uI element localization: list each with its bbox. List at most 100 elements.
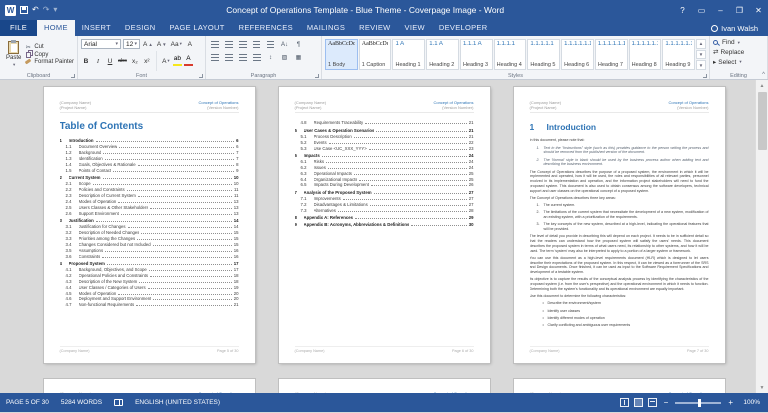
style-card[interactable]: 1.1.1.1.1.1.1.1 Heading 8 xyxy=(628,39,662,70)
ribbon-tab[interactable]: MAILINGS xyxy=(300,20,352,36)
style-card[interactable]: 1.1 A Heading 2 xyxy=(426,39,459,70)
toc-entry[interactable]: 5.3 Use Case <UC_XXX_YYY> 23 xyxy=(295,146,474,152)
style-card[interactable]: 1.1.1 A Heading 3 xyxy=(459,39,493,70)
ribbon-tab[interactable]: DEVELOPER xyxy=(432,20,495,36)
shrink-font-button[interactable]: A ▼ xyxy=(156,39,168,49)
ribbon-tab[interactable]: VIEW xyxy=(398,20,432,36)
shading-button[interactable]: ▨ xyxy=(279,53,290,63)
zoom-in-button[interactable]: + xyxy=(726,398,735,407)
font-family-dropdown-icon[interactable]: ▾ xyxy=(115,41,118,47)
font-size-dropdown-icon[interactable]: ▾ xyxy=(134,41,137,47)
ribbon-tab[interactable]: FILE xyxy=(0,20,38,36)
close-button[interactable]: ✕ xyxy=(749,0,768,20)
zoom-slider[interactable] xyxy=(675,398,722,407)
language-indicator[interactable]: ENGLISH (UNITED STATES) xyxy=(129,399,226,406)
styles-gallery-down-button[interactable]: ▼ xyxy=(696,49,706,60)
align-right-button[interactable] xyxy=(237,53,248,63)
cut-button[interactable]: ✂ Cut xyxy=(24,44,74,51)
toc-entry[interactable]: 8 Appendix A: References 29 xyxy=(295,215,474,221)
redo-icon[interactable]: ↷ xyxy=(43,6,50,14)
style-card[interactable]: AaBbCcDdE 1 Body xyxy=(325,39,358,70)
word-logo-icon[interactable]: W xyxy=(5,4,16,16)
style-card[interactable]: AaBbCcDdE 1 Caption xyxy=(358,39,392,70)
highlight-button[interactable]: ab xyxy=(172,56,182,66)
web-layout-button[interactable] xyxy=(647,398,657,407)
justify-button[interactable] xyxy=(251,53,262,63)
word-count[interactable]: 5284 WORDS xyxy=(55,399,108,406)
align-center-button[interactable] xyxy=(223,53,234,63)
ribbon-tab[interactable]: REVIEW xyxy=(352,20,397,36)
document-page-toc-1[interactable]: (Company Name) (Project Name) Concept of… xyxy=(43,87,255,363)
qat-customize-icon[interactable]: ▾ xyxy=(53,6,57,14)
ribbon-tab[interactable]: PAGE LAYOUT xyxy=(162,20,231,36)
style-card[interactable]: 1.1.1.1.1.1.1 Heading 7 xyxy=(594,39,628,70)
print-layout-button[interactable] xyxy=(633,398,643,407)
style-card[interactable]: 1.1.1.1.1.1.1.1.1 Heading 9 xyxy=(662,39,695,70)
clear-formatting-button[interactable]: A xyxy=(185,39,195,49)
ribbon-display-options-button[interactable]: ▭ xyxy=(692,0,711,20)
zoom-out-button[interactable]: − xyxy=(662,398,671,407)
show-hide-paragraph-button[interactable]: ¶ xyxy=(293,40,304,50)
save-icon[interactable] xyxy=(20,6,28,14)
align-left-button[interactable] xyxy=(209,53,220,63)
page-indicator[interactable]: PAGE 5 OF 30 xyxy=(0,399,55,406)
toc-entry[interactable]: 2.6 Support Environment 13 xyxy=(60,211,239,217)
line-spacing-button[interactable]: ↕ xyxy=(265,53,276,63)
bold-button[interactable]: B xyxy=(81,56,91,66)
decrease-indent-button[interactable] xyxy=(251,40,262,50)
increase-indent-button[interactable] xyxy=(265,40,276,50)
toc-entry[interactable]: 9 Appendix B: Acronyms, Abbreviations & … xyxy=(295,222,474,228)
font-size-combo[interactable]: 12 ▾ xyxy=(123,39,140,49)
italic-button[interactable]: I xyxy=(93,56,103,66)
styles-gallery-up-button[interactable]: ▲ xyxy=(696,39,706,49)
change-case-button[interactable]: Aa ▾ xyxy=(170,39,183,49)
toc-entry[interactable]: 3.6 Constraints 16 xyxy=(60,254,239,260)
select-button[interactable]: ▸ Select ▾ xyxy=(713,58,764,67)
zoom-slider-thumb[interactable] xyxy=(698,398,702,407)
document-page-partial[interactable]: (Company Name) (Project Name) Concept of… xyxy=(43,379,255,393)
ribbon-tab[interactable]: INSERT xyxy=(75,20,118,36)
borders-button[interactable]: ▦ xyxy=(293,53,304,63)
zoom-level[interactable]: 100% xyxy=(740,399,760,406)
ribbon-tab[interactable]: HOME xyxy=(37,20,75,36)
ribbon-tab[interactable]: REFERENCES xyxy=(232,20,300,36)
paste-dropdown-icon[interactable]: ▾ xyxy=(13,62,15,68)
numbering-button[interactable] xyxy=(223,40,234,50)
proofing-status[interactable] xyxy=(108,399,129,406)
document-page-toc-2[interactable]: (Company Name) (Project Name) Concept of… xyxy=(278,87,490,363)
format-painter-button[interactable]: Format Painter xyxy=(24,59,74,65)
toc-entry[interactable]: 4.8 Requirements Traceability 21 xyxy=(295,120,474,126)
vertical-scrollbar[interactable]: ▲ ▼ xyxy=(755,80,768,393)
ribbon-tab[interactable]: DESIGN xyxy=(118,20,163,36)
font-color-button[interactable]: A xyxy=(183,56,193,66)
collapse-ribbon-icon[interactable]: ^ xyxy=(762,72,765,78)
multilevel-list-button[interactable] xyxy=(237,40,248,50)
subscript-button[interactable]: x₂ xyxy=(130,56,140,66)
style-card[interactable]: 1.1.1.1.1 Heading 5 xyxy=(527,39,561,70)
find-button[interactable]: Find ▾ xyxy=(713,39,764,46)
paste-button[interactable]: Paste ▾ xyxy=(3,38,24,70)
style-card[interactable]: 1.1.1.1.1.1 Heading 6 xyxy=(561,39,594,70)
replace-button[interactable]: ⇄ Replace xyxy=(713,48,764,57)
document-page-introduction[interactable]: (Company Name) (Project Name) Concept of… xyxy=(513,87,725,363)
scroll-up-icon[interactable]: ▲ xyxy=(756,80,768,91)
copy-button[interactable]: Copy xyxy=(24,51,74,58)
minimize-button[interactable]: – xyxy=(711,0,730,20)
signed-in-user[interactable]: Ivan Walsh xyxy=(711,20,768,36)
sort-button[interactable]: A↓ xyxy=(279,40,290,50)
toc-entry[interactable]: 4.7 Non-functional Requirements 21 xyxy=(60,302,239,308)
help-button[interactable]: ? xyxy=(673,0,692,20)
strikethrough-button[interactable]: abc xyxy=(117,56,128,66)
style-card[interactable]: 1.1.1.1 Heading 4 xyxy=(493,39,527,70)
bullets-button[interactable] xyxy=(209,40,220,50)
read-mode-button[interactable] xyxy=(619,398,629,407)
grow-font-button[interactable]: A ▲ xyxy=(142,39,154,49)
text-effects-button[interactable]: A ▾ xyxy=(161,56,171,66)
document-page-partial[interactable]: (Company Name) (Project Name) Concept of… xyxy=(278,379,490,393)
scroll-down-icon[interactable]: ▼ xyxy=(756,382,768,393)
undo-icon[interactable]: ↶ xyxy=(32,6,39,14)
toc-entry[interactable]: 1.5 Points of Contact 9 xyxy=(60,168,239,174)
document-canvas[interactable]: (Company Name) (Project Name) Concept of… xyxy=(0,80,768,393)
scrollbar-thumb[interactable] xyxy=(757,92,767,150)
superscript-button[interactable]: x² xyxy=(142,56,152,66)
